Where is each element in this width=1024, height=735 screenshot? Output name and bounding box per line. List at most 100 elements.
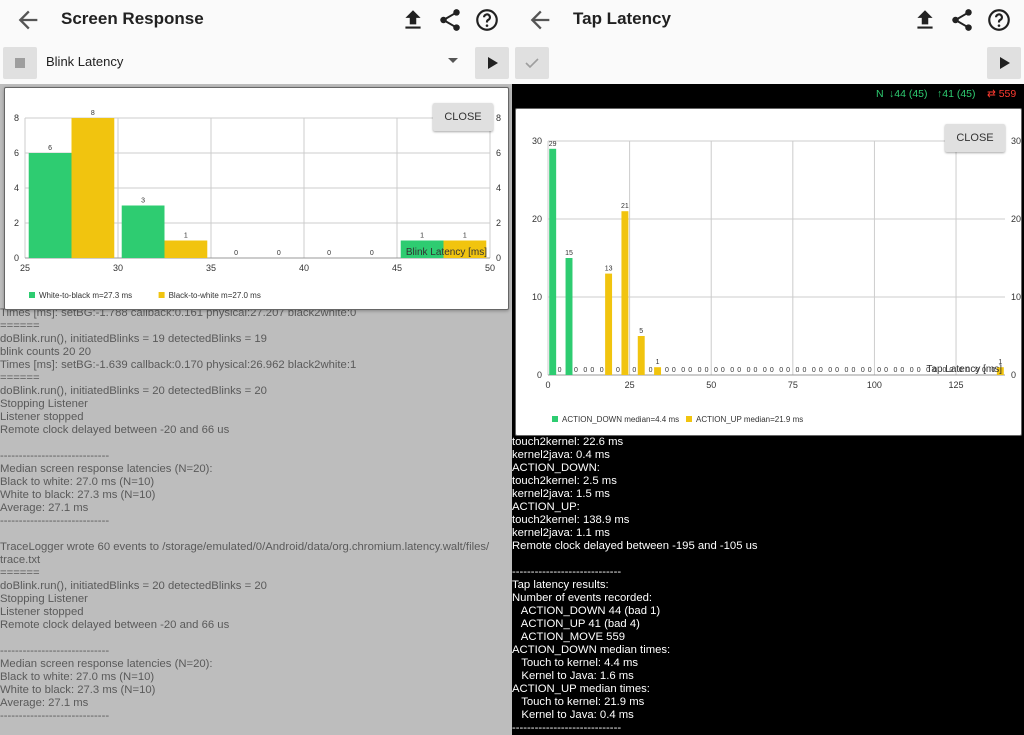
log-output: touch2kernel: 22.6 ms kernel2java: 0.4 ms… <box>512 436 758 735</box>
bar-value-label: 0 <box>234 250 238 257</box>
log-line: blink counts 20 20 <box>0 346 92 358</box>
log-line: ----------------------------- <box>512 722 622 734</box>
bar-value-label: 0 <box>698 367 702 374</box>
x-tick-label: 50 <box>485 263 495 273</box>
bar <box>28 153 72 258</box>
share-icon[interactable] <box>949 7 975 33</box>
bar-value-label: 0 <box>845 367 849 374</box>
bar <box>621 211 629 375</box>
log-line: ====== <box>0 567 40 579</box>
bar-value-label: 0 <box>851 367 855 374</box>
bar-value-label: 0 <box>616 367 620 374</box>
stop-button[interactable] <box>3 47 37 79</box>
back-arrow-icon[interactable] <box>14 6 42 34</box>
bar-value-label: 5 <box>639 328 643 335</box>
event-status-bar: N ↓44 (45) ↑41 (45) ⇄ 559 <box>512 84 1024 104</box>
help-icon[interactable] <box>986 7 1012 33</box>
bar-value-label: 0 <box>574 367 578 374</box>
share-icon[interactable] <box>437 7 463 33</box>
y-tick-label-right: 20 <box>1011 214 1021 224</box>
check-button[interactable] <box>515 47 549 79</box>
bar-value-label: 21 <box>621 203 629 210</box>
bar-value-label: 0 <box>730 367 734 374</box>
log-line: Kernel to Java: 1.6 ms <box>512 670 634 682</box>
x-tick-label: 40 <box>299 263 309 273</box>
log-line: Stopping Listener <box>0 593 88 605</box>
log-line: ----------------------------- <box>0 450 110 462</box>
bar-value-label: 15 <box>565 250 573 257</box>
bar-value-label: 6 <box>48 145 52 152</box>
log-line: doBlink.run(), initiatedBlinks = 20 dete… <box>0 580 267 592</box>
log-line: ----------------------------- <box>512 566 622 578</box>
close-button[interactable]: CLOSE <box>945 124 1005 152</box>
upload-icon[interactable] <box>400 7 426 33</box>
y-tick-label-left: 0 <box>537 370 542 380</box>
log-line: Listener stopped <box>0 606 84 618</box>
x-tick-label: 0 <box>545 380 550 390</box>
legend-swatch <box>29 292 35 298</box>
bar-value-label: 29 <box>549 141 557 148</box>
bar-value-label: 0 <box>763 367 767 374</box>
y-tick-label-left: 30 <box>532 136 542 146</box>
bar-value-label: 0 <box>714 367 718 374</box>
bar-value-label: 0 <box>681 367 685 374</box>
log-line: ----------------------------- <box>0 645 110 657</box>
log-line: Kernel to Java: 0.4 ms <box>512 709 634 721</box>
log-line: ====== <box>0 320 40 332</box>
legend-label: Black-to-white m=27.0 ms <box>169 291 261 300</box>
x-tick-label: 35 <box>206 263 216 273</box>
stop-icon <box>15 58 25 68</box>
dropdown-arrow-icon[interactable] <box>448 58 458 63</box>
log-line: Remote clock delayed between -20 and 66 … <box>0 619 230 631</box>
play-icon <box>488 57 498 69</box>
legend-swatch <box>552 416 558 422</box>
upload-icon[interactable] <box>912 7 938 33</box>
app-bar: Tap Latency <box>512 0 1024 40</box>
legend-swatch <box>158 292 165 298</box>
bar-value-label: 13 <box>605 266 613 273</box>
bar-value-label: 0 <box>327 250 331 257</box>
x-tick-label: 100 <box>867 380 882 390</box>
tap-latency-chart: 0 25 50 75 100 1250 010 1020 2030 30290150 0 0 01302… <box>532 136 1021 424</box>
back-arrow-icon[interactable] <box>526 6 554 34</box>
chart-card: 25 30 35 40 45 50 0 0 2 2 4 4 6 6 8 8 6 8 3 1 0 0 0 0 1 1 Blink La… <box>4 87 509 310</box>
bar-value-label: 0 <box>665 367 669 374</box>
bar <box>71 118 115 258</box>
bar-value-label: 0 <box>558 367 562 374</box>
log-line: kernel2java: 1.1 ms <box>512 527 610 539</box>
log-line: Stopping Listener <box>0 398 88 410</box>
bar-value-label: 0 <box>877 367 881 374</box>
x-tick-label: 125 <box>949 380 964 390</box>
help-icon[interactable] <box>474 7 500 33</box>
bar-value-label: 0 <box>737 367 741 374</box>
log-line: Listener stopped <box>0 411 84 423</box>
bar-value-label: 8 <box>91 110 95 117</box>
play-button[interactable] <box>987 47 1021 79</box>
bar-value-label: 1 <box>184 233 188 240</box>
log-line: doBlink.run(), initiatedBlinks = 20 dete… <box>0 385 267 397</box>
bar-value-label: 1 <box>656 359 660 366</box>
test-type-spinner[interactable]: Blink Latency <box>46 54 123 69</box>
y-tick-label-right: 4 <box>496 183 501 193</box>
play-button[interactable] <box>475 47 509 79</box>
log-line: White to black: 27.3 ms (N=10) <box>0 489 156 501</box>
bar-value-label: 0 <box>893 367 897 374</box>
bar-value-label: 0 <box>812 367 816 374</box>
bar-value-label: 1 <box>463 233 467 240</box>
log-line: touch2kernel: 138.9 ms <box>512 514 630 526</box>
y-tick-label-right: 2 <box>496 218 501 228</box>
log-line: kernel2java: 1.5 ms <box>512 488 610 500</box>
x-axis-label: Tap Latency [ms] <box>926 364 1002 375</box>
bar-value-label: 0 <box>910 367 914 374</box>
log-line: ACTION_DOWN: <box>512 462 600 474</box>
y-tick-label-right: 10 <box>1011 292 1021 302</box>
log-line: ACTION_DOWN median times: <box>512 644 671 656</box>
log-line: ACTION_DOWN 44 (bad 1) <box>512 605 661 617</box>
log-line: Median screen response latencies (N=20): <box>0 658 213 670</box>
toolbar <box>512 40 1024 84</box>
log-line: ACTION_UP 41 (bad 4) <box>512 618 640 630</box>
bar-value-label: 0 <box>861 367 865 374</box>
close-button[interactable]: CLOSE <box>433 103 493 131</box>
x-tick-label: 75 <box>788 380 798 390</box>
